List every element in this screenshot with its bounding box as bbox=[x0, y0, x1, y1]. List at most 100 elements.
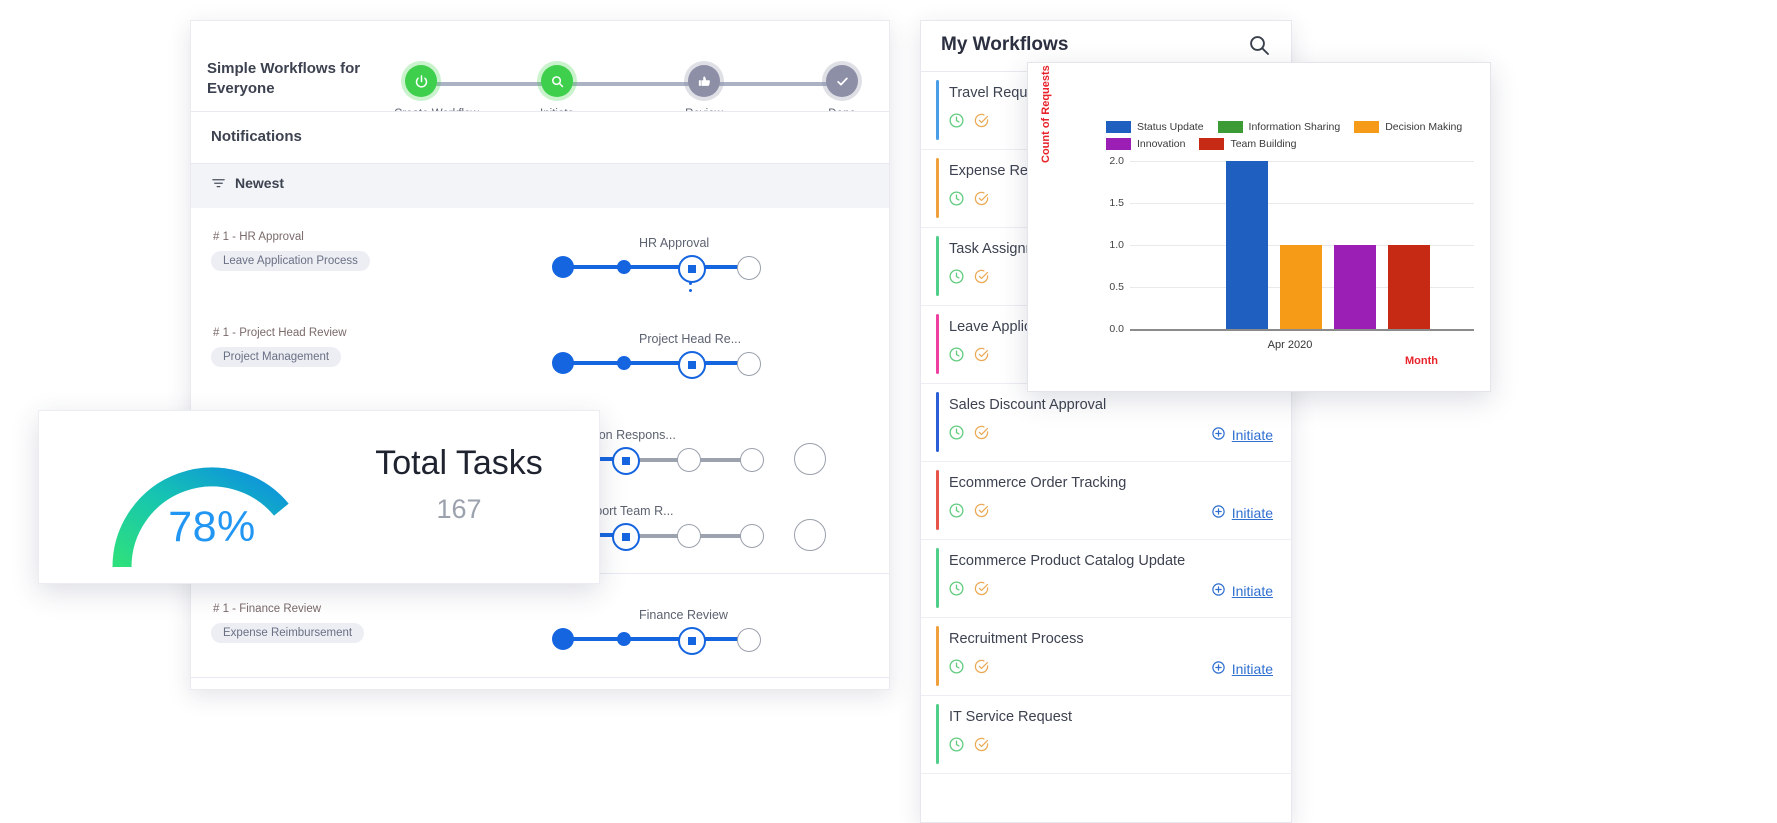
workflow-list-item[interactable]: Ecommerce Order Tracking Initiate bbox=[921, 462, 1291, 540]
chart-legend-swatch bbox=[1106, 121, 1131, 133]
initiate-label: Initiate bbox=[1231, 583, 1273, 599]
initiate-link[interactable]: Initiate bbox=[1211, 504, 1273, 522]
progress-stage-label: HR Approval bbox=[639, 236, 710, 250]
check-circle-icon[interactable] bbox=[973, 580, 990, 602]
check-circle-icon[interactable] bbox=[973, 502, 990, 524]
chart-legend-item[interactable]: Status Update bbox=[1106, 121, 1204, 133]
search-icon[interactable] bbox=[1247, 33, 1273, 59]
progress-node-current[interactable] bbox=[678, 351, 706, 379]
chart-legend-label: Information Sharing bbox=[1248, 121, 1341, 133]
my-workflows-title: My Workflows bbox=[941, 34, 1069, 55]
chart-legend-item[interactable]: Innovation bbox=[1106, 138, 1185, 150]
check-circle-icon[interactable] bbox=[973, 346, 990, 368]
initiate-label: Initiate bbox=[1231, 661, 1273, 677]
chart-x-tick-label: Apr 2020 bbox=[1267, 339, 1313, 351]
progress-node-pending[interactable] bbox=[677, 524, 701, 548]
progress-node-pending[interactable] bbox=[794, 443, 826, 475]
progress-node-done[interactable] bbox=[552, 628, 574, 650]
clock-icon[interactable] bbox=[948, 112, 965, 134]
chart-legend-swatch bbox=[1217, 121, 1243, 133]
initiate-link[interactable]: Initiate bbox=[1211, 660, 1273, 678]
search-icon bbox=[541, 65, 573, 97]
workflow-list-item[interactable]: IT Service Request bbox=[921, 696, 1291, 774]
dashboard-collage: Simple Workflows for Everyone Create Wor… bbox=[0, 0, 1777, 823]
clock-icon[interactable] bbox=[948, 268, 965, 290]
check-circle-icon[interactable] bbox=[973, 424, 990, 446]
sort-bar[interactable]: Newest bbox=[191, 164, 889, 208]
workflow-status-icons bbox=[948, 658, 990, 680]
chart-bar[interactable] bbox=[1226, 161, 1268, 329]
workflow-status-icons bbox=[948, 190, 990, 212]
notifications-title: Notifications bbox=[211, 128, 302, 145]
progress-stage-label: Project Head Re... bbox=[639, 332, 742, 346]
workflow-color-bar bbox=[936, 236, 939, 296]
workflow-status-icons bbox=[948, 580, 990, 602]
chart-y-tick-label: 1.5 bbox=[1109, 197, 1124, 209]
clock-icon[interactable] bbox=[948, 580, 965, 602]
progress-node-pending[interactable] bbox=[740, 448, 764, 472]
notification-process-chip: Expense Reimbursement bbox=[211, 623, 365, 643]
initiate-link[interactable]: Initiate bbox=[1211, 582, 1273, 600]
progress-node-pending[interactable] bbox=[794, 519, 826, 551]
chart-bar[interactable] bbox=[1280, 245, 1322, 329]
chart-legend-row: Status Update Information Sharing Decision… bbox=[1106, 121, 1476, 133]
clock-icon[interactable] bbox=[948, 346, 965, 368]
progress-node-current[interactable] bbox=[612, 523, 640, 551]
workflow-list-item[interactable]: Recruitment Process Initiate bbox=[921, 618, 1291, 696]
workflow-list-item[interactable]: Sales Discount Approval Initiate bbox=[921, 384, 1291, 462]
thumbs-up-icon bbox=[688, 65, 720, 97]
clock-icon[interactable] bbox=[948, 502, 965, 524]
progress-node-current[interactable] bbox=[678, 255, 706, 283]
chart-legend-item[interactable]: Decision Making bbox=[1354, 121, 1462, 133]
chart-bar[interactable] bbox=[1388, 245, 1430, 329]
clock-icon[interactable] bbox=[948, 424, 965, 446]
power-icon bbox=[405, 65, 437, 97]
clock-icon[interactable] bbox=[948, 190, 965, 212]
chart-legend-item[interactable]: Information Sharing bbox=[1217, 121, 1341, 133]
total-tasks-card: 78% Total Tasks 167 bbox=[38, 410, 600, 584]
workflow-color-bar bbox=[936, 704, 939, 764]
progress-node-pending[interactable] bbox=[737, 352, 761, 376]
total-tasks-text: Total Tasks 167 bbox=[339, 444, 579, 525]
check-circle-icon[interactable] bbox=[973, 112, 990, 134]
workflow-color-bar bbox=[936, 392, 939, 452]
chart-y-tick-label: 2.0 bbox=[1109, 155, 1124, 167]
progress-node-done[interactable] bbox=[552, 256, 574, 278]
progress-node-pending[interactable] bbox=[740, 524, 764, 548]
workflow-status-icons bbox=[948, 346, 990, 368]
workflow-name: Recruitment Process bbox=[949, 631, 1084, 647]
workflow-status-icons bbox=[948, 424, 990, 446]
progress-node-current[interactable] bbox=[612, 447, 640, 475]
progress-node-current[interactable] bbox=[678, 627, 706, 655]
progress-node-done[interactable] bbox=[617, 356, 631, 370]
progress-node-pending[interactable] bbox=[677, 448, 701, 472]
check-circle-icon[interactable] bbox=[973, 736, 990, 758]
chart-legend-item[interactable]: Team Building bbox=[1199, 138, 1296, 150]
initiate-label: Initiate bbox=[1231, 505, 1273, 521]
notification-row[interactable]: # 1 - HR Approval Leave Application Proc… bbox=[191, 209, 889, 306]
check-circle-icon[interactable] bbox=[973, 268, 990, 290]
chart-y-tick-label: 1.0 bbox=[1109, 239, 1124, 251]
progress-node-done[interactable] bbox=[552, 352, 574, 374]
clock-icon[interactable] bbox=[948, 736, 965, 758]
check-circle-icon[interactable] bbox=[973, 190, 990, 212]
clock-icon[interactable] bbox=[948, 658, 965, 680]
progress-node-pending[interactable] bbox=[737, 628, 761, 652]
notification-row[interactable]: # 1 - Project Head Review Project Manage… bbox=[191, 305, 889, 402]
workflow-name: Sales Discount Approval bbox=[949, 397, 1107, 413]
initiate-link[interactable]: Initiate bbox=[1211, 426, 1273, 444]
check-circle-icon[interactable] bbox=[973, 658, 990, 680]
progress-track: Project Head Re... bbox=[547, 332, 767, 379]
progress-node-done[interactable] bbox=[617, 260, 631, 274]
chart-legend-label: Decision Making bbox=[1385, 121, 1463, 133]
progress-node-done[interactable] bbox=[617, 632, 631, 646]
progress-node-pending[interactable] bbox=[737, 256, 761, 280]
notification-id: # 1 - Finance Review bbox=[213, 603, 322, 615]
workflow-status-icons bbox=[948, 502, 990, 524]
notification-row[interactable]: # 1 - Finance Review Expense Reimburseme… bbox=[191, 581, 889, 678]
chart-y-tick-label: 0.0 bbox=[1109, 323, 1124, 335]
notifications-header: Notifications bbox=[191, 112, 889, 164]
chart-bar[interactable] bbox=[1334, 245, 1376, 329]
filter-icon bbox=[211, 176, 226, 191]
workflow-list-item[interactable]: Ecommerce Product Catalog Update Initiate bbox=[921, 540, 1291, 618]
